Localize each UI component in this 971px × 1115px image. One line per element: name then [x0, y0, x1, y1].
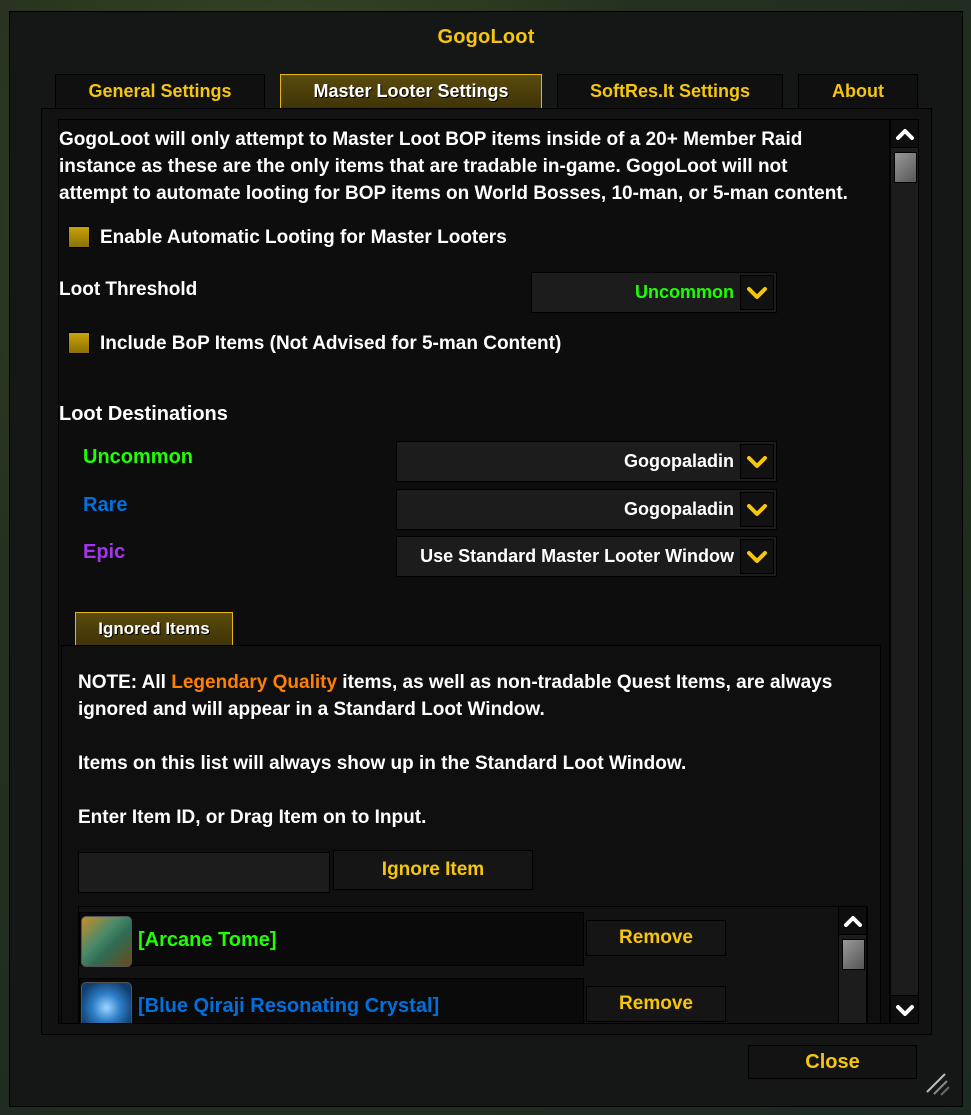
item-name[interactable]: [Arcane Tome] [138, 913, 277, 967]
note-suffix: items, as well as non-tradable Quest Ite… [337, 672, 833, 693]
resize-grip-icon[interactable] [925, 1070, 951, 1096]
scroll-up-button[interactable] [890, 119, 919, 148]
chevron-down-icon[interactable] [740, 492, 774, 527]
remove-item-button[interactable]: Remove [586, 986, 726, 1022]
include-bop-label[interactable]: Include BoP Items (Not Advised for 5-man… [100, 330, 561, 357]
item-name[interactable]: [Blue Qiraji Resonating Crystal] [138, 979, 439, 1023]
ignored-items-list: [Arcane Tome] Remove [Blue Qiraji Resona… [78, 906, 868, 1023]
include-bop-checkbox[interactable] [68, 332, 90, 354]
rare-destination-dropdown[interactable]: Gogopaladin [396, 489, 777, 530]
settings-panel: GogoLoot will only attempt to Master Loo… [41, 108, 932, 1035]
uncommon-quality-label: Uncommon [83, 446, 193, 468]
rare-quality-label: Rare [83, 494, 128, 516]
scroll-down-button[interactable] [890, 995, 919, 1024]
epic-quality-label: Epic [83, 541, 126, 563]
chevron-down-icon[interactable] [740, 444, 774, 479]
epic-destination-value: Use Standard Master Looter Window [420, 546, 734, 566]
uncommon-destination-value: Gogopaladin [624, 451, 734, 471]
ignored-items-panel: NOTE: All Legendary Quality items, as we… [61, 645, 881, 1023]
loot-threshold-dropdown[interactable]: Uncommon [531, 272, 777, 313]
scroll-up-button[interactable] [838, 907, 867, 935]
window-title[interactable]: GogoLoot [10, 26, 962, 49]
rare-destination-value: Gogopaladin [624, 499, 734, 519]
scroll-thumb[interactable] [842, 939, 865, 970]
loot-threshold-value: Uncommon [635, 282, 734, 302]
ignore-item-button[interactable]: Ignore Item [333, 850, 533, 890]
chevron-down-icon[interactable] [740, 275, 774, 310]
chevron-down-icon[interactable] [740, 539, 774, 574]
ignored-list-scrollbar[interactable] [838, 907, 867, 1023]
tab-about[interactable]: About [798, 74, 918, 109]
scroll-thumb[interactable] [894, 152, 917, 183]
intro-line-2: instance as these are the only items tha… [59, 156, 788, 177]
ignored-note-line-2: ignored and will appear in a Standard Lo… [78, 699, 545, 720]
blue-qiraji-crystal-icon [81, 982, 132, 1023]
ignored-list-info: Items on this list will always show up i… [78, 753, 687, 774]
list-item: [Blue Qiraji Resonating Crystal] [79, 978, 584, 1023]
epic-destination-dropdown[interactable]: Use Standard Master Looter Window [396, 536, 777, 577]
master-looter-scroll-frame: GogoLoot will only attempt to Master Loo… [58, 119, 890, 1024]
tab-softres-settings[interactable]: SoftRes.It Settings [557, 74, 783, 109]
tab-ignored-items[interactable]: Ignored Items [75, 612, 233, 646]
enable-auto-looting-label[interactable]: Enable Automatic Looting for Master Loot… [100, 224, 507, 251]
legendary-quality-highlight: Legendary Quality [171, 672, 338, 693]
intro-line-1: GogoLoot will only attempt to Master Loo… [59, 129, 803, 150]
loot-threshold-label: Loot Threshold [59, 279, 198, 300]
loot-destinations-heading: Loot Destinations [59, 403, 228, 425]
close-button[interactable]: Close [748, 1045, 917, 1079]
remove-item-button[interactable]: Remove [586, 920, 726, 956]
intro-line-3: attempt to automate looting for BOP item… [59, 183, 848, 204]
gogoloot-window: GogoLoot General Settings Master Looter … [9, 11, 963, 1107]
item-id-input[interactable] [78, 852, 330, 893]
item-name-box[interactable]: [Blue Qiraji Resonating Crystal] [79, 978, 584, 1023]
ignored-note-line-1: NOTE: All Legendary Quality items, as we… [78, 669, 832, 696]
ignored-input-hint: Enter Item ID, or Drag Item on to Input. [78, 807, 427, 828]
tab-general-settings[interactable]: General Settings [55, 74, 265, 109]
item-name-box[interactable]: [Arcane Tome] [79, 912, 584, 967]
note-prefix: NOTE: All [78, 672, 172, 693]
arcane-tome-icon [81, 916, 132, 967]
tab-master-looter-settings[interactable]: Master Looter Settings [280, 74, 542, 109]
enable-auto-looting-checkbox[interactable] [68, 226, 90, 248]
uncommon-destination-dropdown[interactable]: Gogopaladin [396, 441, 777, 482]
main-scrollbar[interactable] [890, 119, 919, 1024]
list-item: [Arcane Tome] [79, 912, 584, 967]
